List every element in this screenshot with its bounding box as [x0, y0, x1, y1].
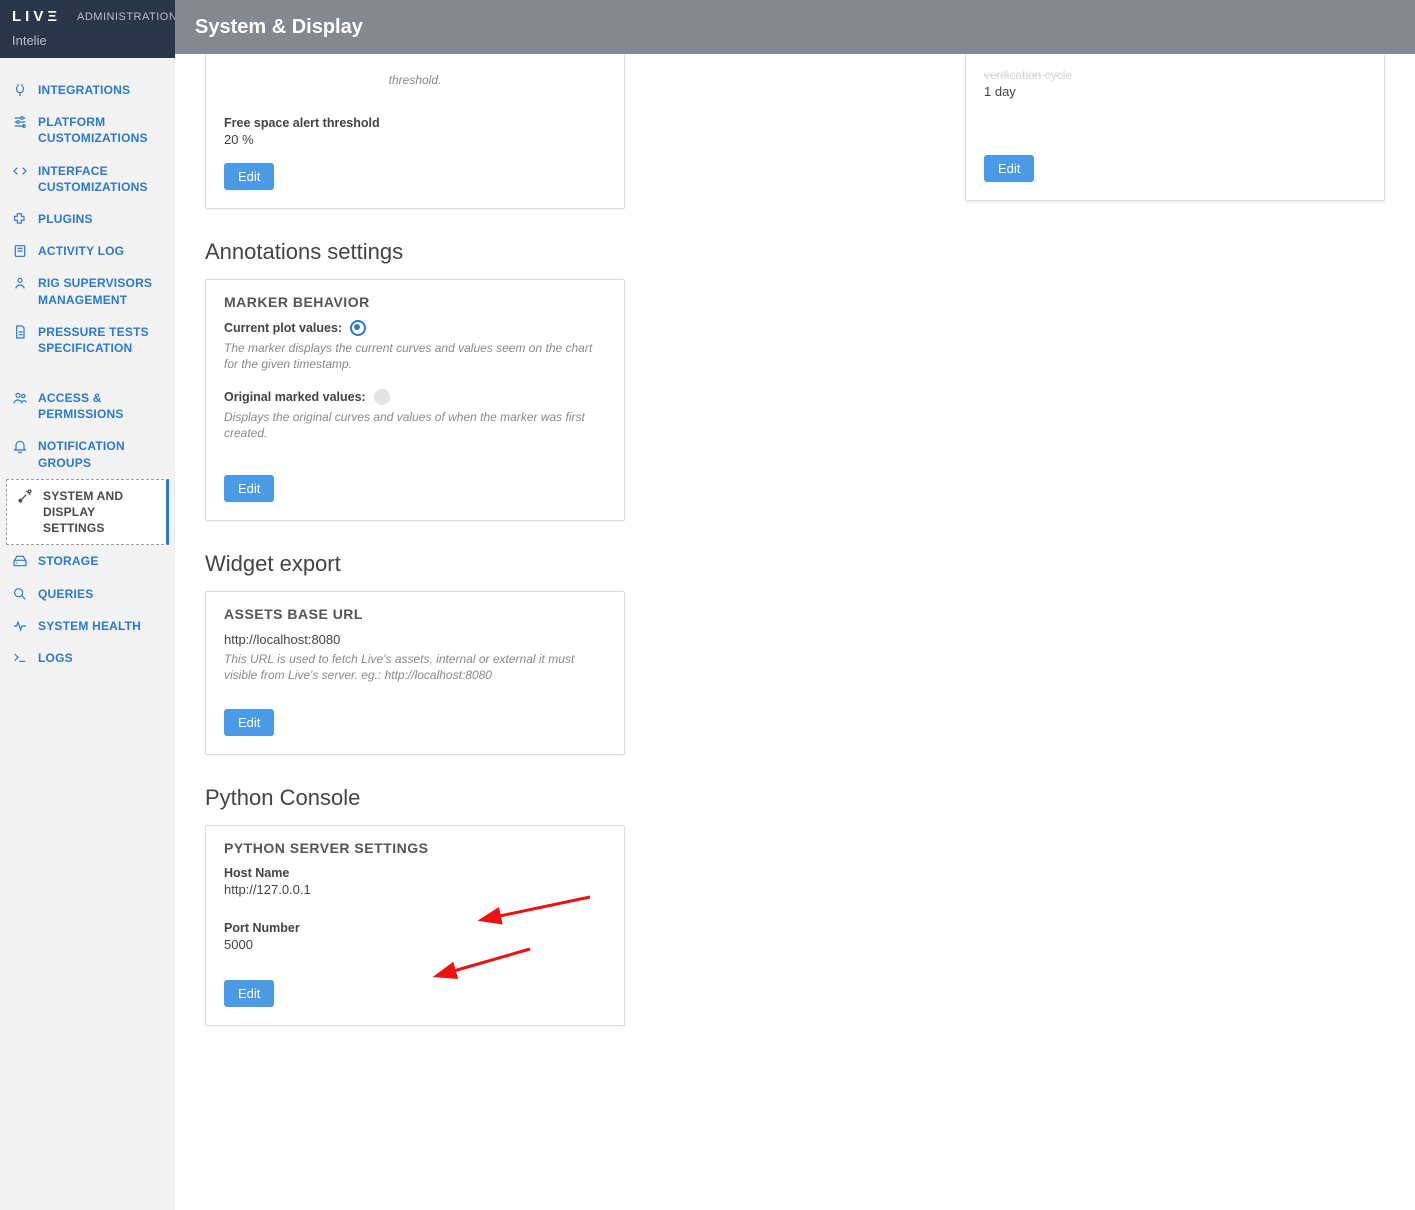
current-plot-values-help: The marker displays the current curves a… [224, 340, 606, 372]
marker-behavior-edit-button[interactable]: Edit [224, 475, 274, 502]
code-icon [12, 163, 28, 179]
sidebar-item-label: ACCESS & PERMISSIONS [38, 390, 163, 422]
hdd-icon [12, 553, 28, 569]
sidebar-item-label: RIG SUPERVISORS MANAGEMENT [38, 275, 163, 307]
assets-base-url-title: ASSETS BASE URL [224, 606, 606, 622]
sidebar-item-label: QUERIES [38, 586, 163, 602]
brand-logo: LIVΞ [12, 8, 61, 25]
sidebar-item-interface-customizations[interactable]: INTERFACE CUSTOMIZATIONS [0, 155, 175, 203]
activity-icon [12, 618, 28, 634]
original-marked-values-label: Original marked values: [224, 390, 366, 404]
sidebar-item-label: INTEGRATIONS [38, 82, 163, 98]
current-plot-values-label: Current plot values: [224, 321, 342, 335]
sidebar-item-activity-log[interactable]: ACTIVITY LOG [0, 235, 175, 267]
assets-base-url-edit-button[interactable]: Edit [224, 709, 274, 736]
sidebar-item-label: PLATFORM CUSTOMIZATIONS [38, 114, 163, 146]
free-space-top-help: threshold. [224, 72, 606, 88]
right-partial-value: 1 day [984, 84, 1366, 99]
python-server-title: PYTHON SERVER SETTINGS [224, 840, 606, 856]
sidebar-item-access-permissions[interactable]: ACCESS & PERMISSIONS [0, 382, 175, 430]
sidebar-item-queries[interactable]: QUERIES [0, 578, 175, 610]
sidebar-header: LIVΞ ADMINISTRATION Intelie [0, 0, 175, 58]
right-partial-edit-button[interactable]: Edit [984, 155, 1034, 182]
free-space-threshold-value: 20 % [224, 132, 606, 147]
sidebar-item-label: INTERFACE CUSTOMIZATIONS [38, 163, 163, 195]
content: threshold. Free space alert threshold 20… [175, 54, 1415, 1210]
port-number-value: 5000 [224, 937, 606, 952]
bell-icon [12, 438, 28, 454]
tools-icon [17, 488, 33, 504]
python-server-edit-button[interactable]: Edit [224, 980, 274, 1007]
sidebar-item-label: PRESSURE TESTS SPECIFICATION [38, 324, 163, 356]
marker-behavior-title: MARKER BEHAVIOR [224, 294, 606, 310]
sidebar-item-label: LOGS [38, 650, 163, 666]
assets-base-url-value: http://localhost:8080 [224, 632, 606, 647]
assets-base-url-help: This URL is used to fetch Live's assets,… [224, 651, 606, 683]
free-space-card: threshold. Free space alert threshold 20… [205, 54, 625, 209]
free-space-threshold-label: Free space alert threshold [224, 116, 606, 130]
sidebar-item-label: ACTIVITY LOG [38, 243, 163, 259]
document-icon [12, 324, 28, 340]
port-number-label: Port Number [224, 921, 606, 935]
sidebar-item-label: SYSTEM AND DISPLAY SETTINGS [43, 488, 156, 537]
sidebar: LIVΞ ADMINISTRATION Intelie INTEGRATIONS… [0, 0, 175, 1210]
plug-icon [12, 82, 28, 98]
sidebar-item-label: STORAGE [38, 553, 163, 569]
sidebar-item-notification-groups[interactable]: NOTIFICATION GROUPS [0, 430, 175, 478]
sidebar-item-integrations[interactable]: INTEGRATIONS [0, 74, 175, 106]
free-space-edit-button[interactable]: Edit [224, 163, 274, 190]
original-marked-values-radio[interactable] [374, 389, 390, 405]
sidebar-item-system-health[interactable]: SYSTEM HEALTH [0, 610, 175, 642]
sidebar-nav: INTEGRATIONS PLATFORM CUSTOMIZATIONS INT… [0, 58, 175, 690]
terminal-icon [12, 650, 28, 666]
host-name-value: http://127.0.0.1 [224, 882, 606, 897]
page-title: System & Display [195, 16, 363, 39]
sidebar-item-pressure-tests[interactable]: PRESSURE TESTS SPECIFICATION [0, 316, 175, 364]
widget-export-section-title: Widget export [205, 551, 625, 577]
original-marked-values-help: Displays the original curves and values … [224, 409, 606, 441]
sidebar-item-label: NOTIFICATION GROUPS [38, 438, 163, 470]
sidebar-item-system-display[interactable]: SYSTEM AND DISPLAY SETTINGS [6, 479, 169, 546]
sidebar-item-storage[interactable]: STORAGE [0, 545, 175, 577]
right-partial-card: verification cycle 1 day Edit [965, 54, 1385, 201]
assets-base-url-card: ASSETS BASE URL http://localhost:8080 Th… [205, 591, 625, 755]
python-console-section-title: Python Console [205, 785, 625, 811]
puzzle-icon [12, 211, 28, 227]
python-server-card: PYTHON SERVER SETTINGS Host Name http://… [205, 825, 625, 1026]
annotations-section-title: Annotations settings [205, 239, 625, 265]
marker-behavior-card: MARKER BEHAVIOR Current plot values: The… [205, 279, 625, 521]
sidebar-item-plugins[interactable]: PLUGINS [0, 203, 175, 235]
current-plot-values-radio[interactable] [350, 320, 366, 336]
brand-admin-label: ADMINISTRATION [77, 11, 177, 23]
user-badge-icon [12, 275, 28, 291]
topbar: System & Display [175, 0, 1415, 54]
host-name-label: Host Name [224, 866, 606, 880]
brand-sub-label: Intelie [12, 33, 163, 48]
sidebar-item-logs[interactable]: LOGS [0, 642, 175, 674]
users-icon [12, 390, 28, 406]
sidebar-item-platform-customizations[interactable]: PLATFORM CUSTOMIZATIONS [0, 106, 175, 154]
sidebar-item-label: SYSTEM HEALTH [38, 618, 163, 634]
book-icon [12, 243, 28, 259]
sliders-icon [12, 114, 28, 130]
sidebar-item-label: PLUGINS [38, 211, 163, 227]
search-icon [12, 586, 28, 602]
sidebar-item-rig-supervisors[interactable]: RIG SUPERVISORS MANAGEMENT [0, 267, 175, 315]
